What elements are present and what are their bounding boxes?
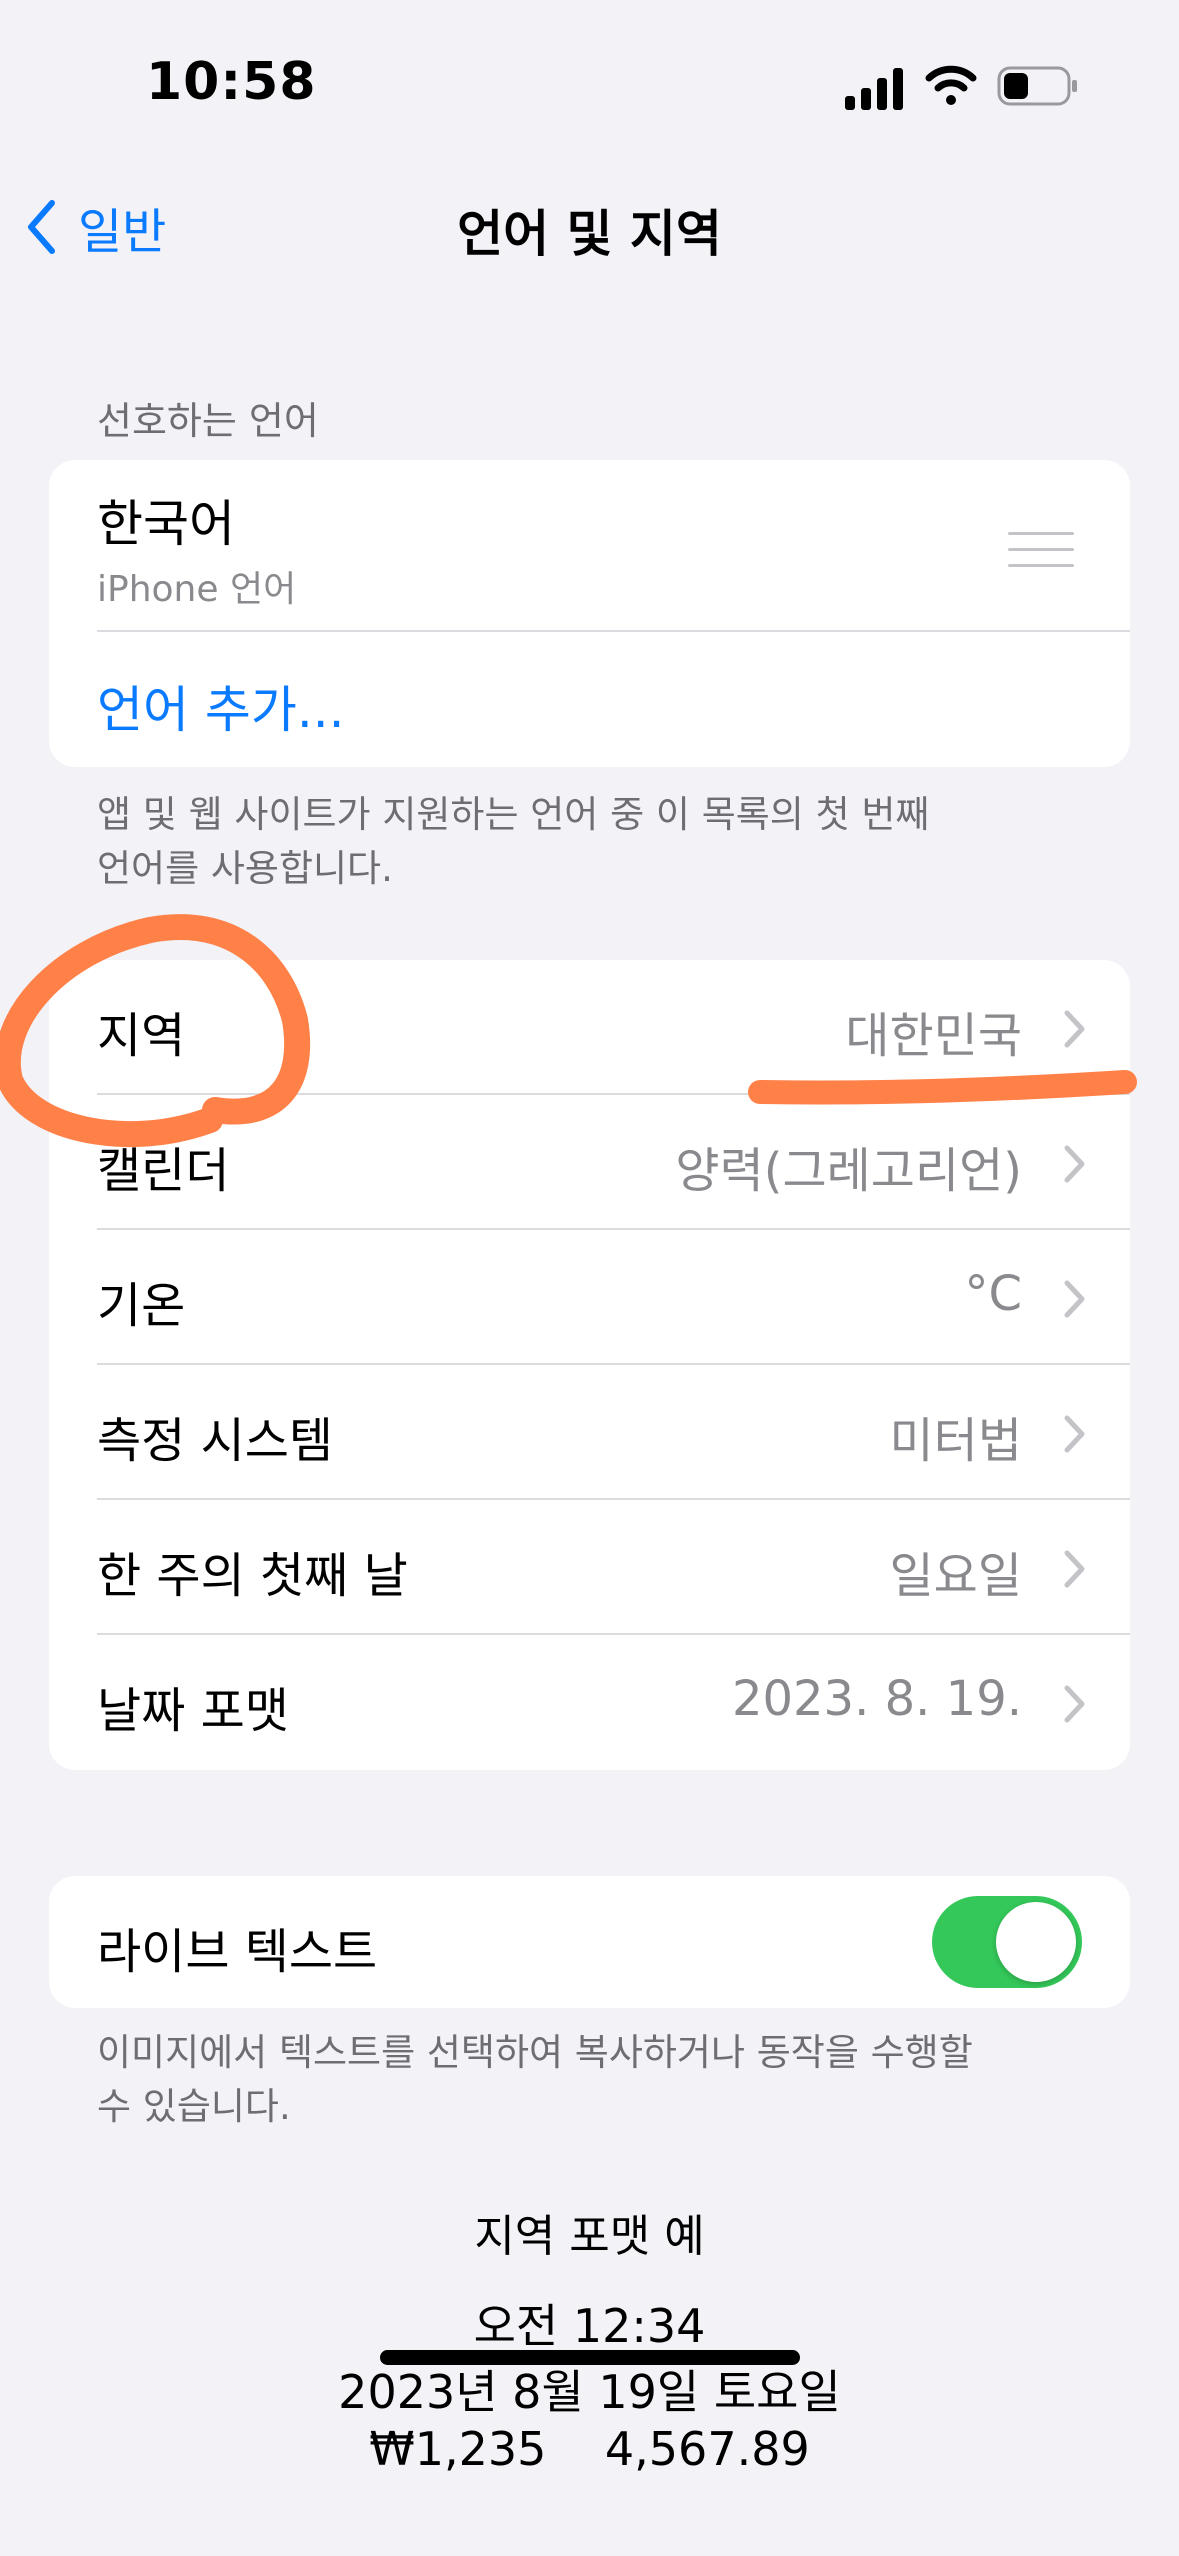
calendar-row[interactable]: 캘린더 양력(그레고리언) <box>49 1095 1130 1230</box>
home-indicator[interactable] <box>380 2350 800 2365</box>
footer-line: 이미지에서 텍스트를 선택하여 복사하거나 동작을 수행할 <box>97 2031 973 2074</box>
row-value: 대한민국 <box>845 1008 1022 1064</box>
footer-line: 앱 및 웹 사이트가 지원하는 언어 중 이 목록의 첫 번째 <box>97 793 930 836</box>
status-time: 10:58 <box>146 52 317 112</box>
language-name: 한국어 <box>97 495 235 553</box>
row-value: 2023. 8. 19. <box>731 1671 1022 1727</box>
wifi-icon <box>925 65 977 105</box>
preferred-languages-card: 한국어 iPhone 언어 언어 추가... <box>49 460 1130 767</box>
chevron-right-icon <box>1064 1010 1085 1048</box>
live-text-card: 라이브 텍스트 <box>49 1876 1130 2008</box>
add-language-button[interactable]: 언어 추가... <box>97 670 345 742</box>
live-text-toggle[interactable] <box>932 1896 1082 1988</box>
row-label: 기온 <box>97 1278 186 1334</box>
reorder-handle-icon[interactable] <box>1008 532 1074 580</box>
format-example-date: 2023년 8월 19일 토요일 <box>338 2365 841 2419</box>
footer-line: 언어를 사용합니다. <box>97 847 393 890</box>
format-example-title: 지역 포맷 예 <box>474 2211 705 2262</box>
row-label: 라이브 텍스트 <box>97 1924 378 1980</box>
row-label: 측정 시스템 <box>97 1413 334 1469</box>
battery-icon <box>997 66 1077 106</box>
format-example-numbers: ₩1,235 4,567.89 <box>369 2422 810 2476</box>
chevron-right-icon <box>1064 1415 1085 1453</box>
row-value: 일요일 <box>889 1548 1022 1604</box>
row-label: 지역 <box>97 1008 186 1064</box>
section-header-preferred-languages: 선호하는 언어 <box>97 399 319 443</box>
page-title: 언어 및 지역 <box>457 205 722 263</box>
first-day-of-week-row[interactable]: 한 주의 첫째 날 일요일 <box>49 1500 1130 1635</box>
row-label: 캘린더 <box>97 1143 230 1199</box>
footer-line: 수 있습니다. <box>97 2085 291 2128</box>
row-value: °C <box>964 1266 1022 1322</box>
preferred-languages-footer: 앱 및 웹 사이트가 지원하는 언어 중 이 목록의 첫 번째 언어를 사용합니… <box>97 788 929 896</box>
chevron-right-icon <box>1064 1550 1085 1588</box>
region-row[interactable]: 지역 대한민국 <box>49 960 1130 1095</box>
chevron-right-icon <box>1064 1685 1085 1723</box>
date-format-row[interactable]: 날짜 포맷 2023. 8. 19. <box>49 1635 1130 1770</box>
temperature-row[interactable]: 기온 °C <box>49 1230 1130 1365</box>
region-settings-card: 지역 대한민국 캘린더 양력(그레고리언) 기온 °C 측정 시스템 미터법 한… <box>49 960 1130 1770</box>
format-example-time: 오전 12:34 <box>473 2299 706 2353</box>
add-language-row[interactable]: 언어 추가... <box>49 632 1130 767</box>
chevron-right-icon <box>1064 1280 1085 1318</box>
row-value: 미터법 <box>889 1413 1022 1469</box>
toggle-knob <box>996 1902 1076 1982</box>
row-value: 양력(그레고리언) <box>675 1143 1022 1199</box>
row-label: 날짜 포맷 <box>97 1683 289 1739</box>
language-row-korean[interactable]: 한국어 iPhone 언어 <box>49 460 1130 632</box>
live-text-row: 라이브 텍스트 <box>49 1876 1130 2008</box>
language-subtitle: iPhone 언어 <box>97 569 297 610</box>
live-text-footer: 이미지에서 텍스트를 선택하여 복사하거나 동작을 수행할 수 있습니다. <box>97 2026 973 2134</box>
cellular-signal-icon <box>845 68 903 110</box>
chevron-right-icon <box>1064 1145 1085 1183</box>
row-label: 한 주의 첫째 날 <box>97 1548 408 1604</box>
measurement-system-row[interactable]: 측정 시스템 미터법 <box>49 1365 1130 1500</box>
